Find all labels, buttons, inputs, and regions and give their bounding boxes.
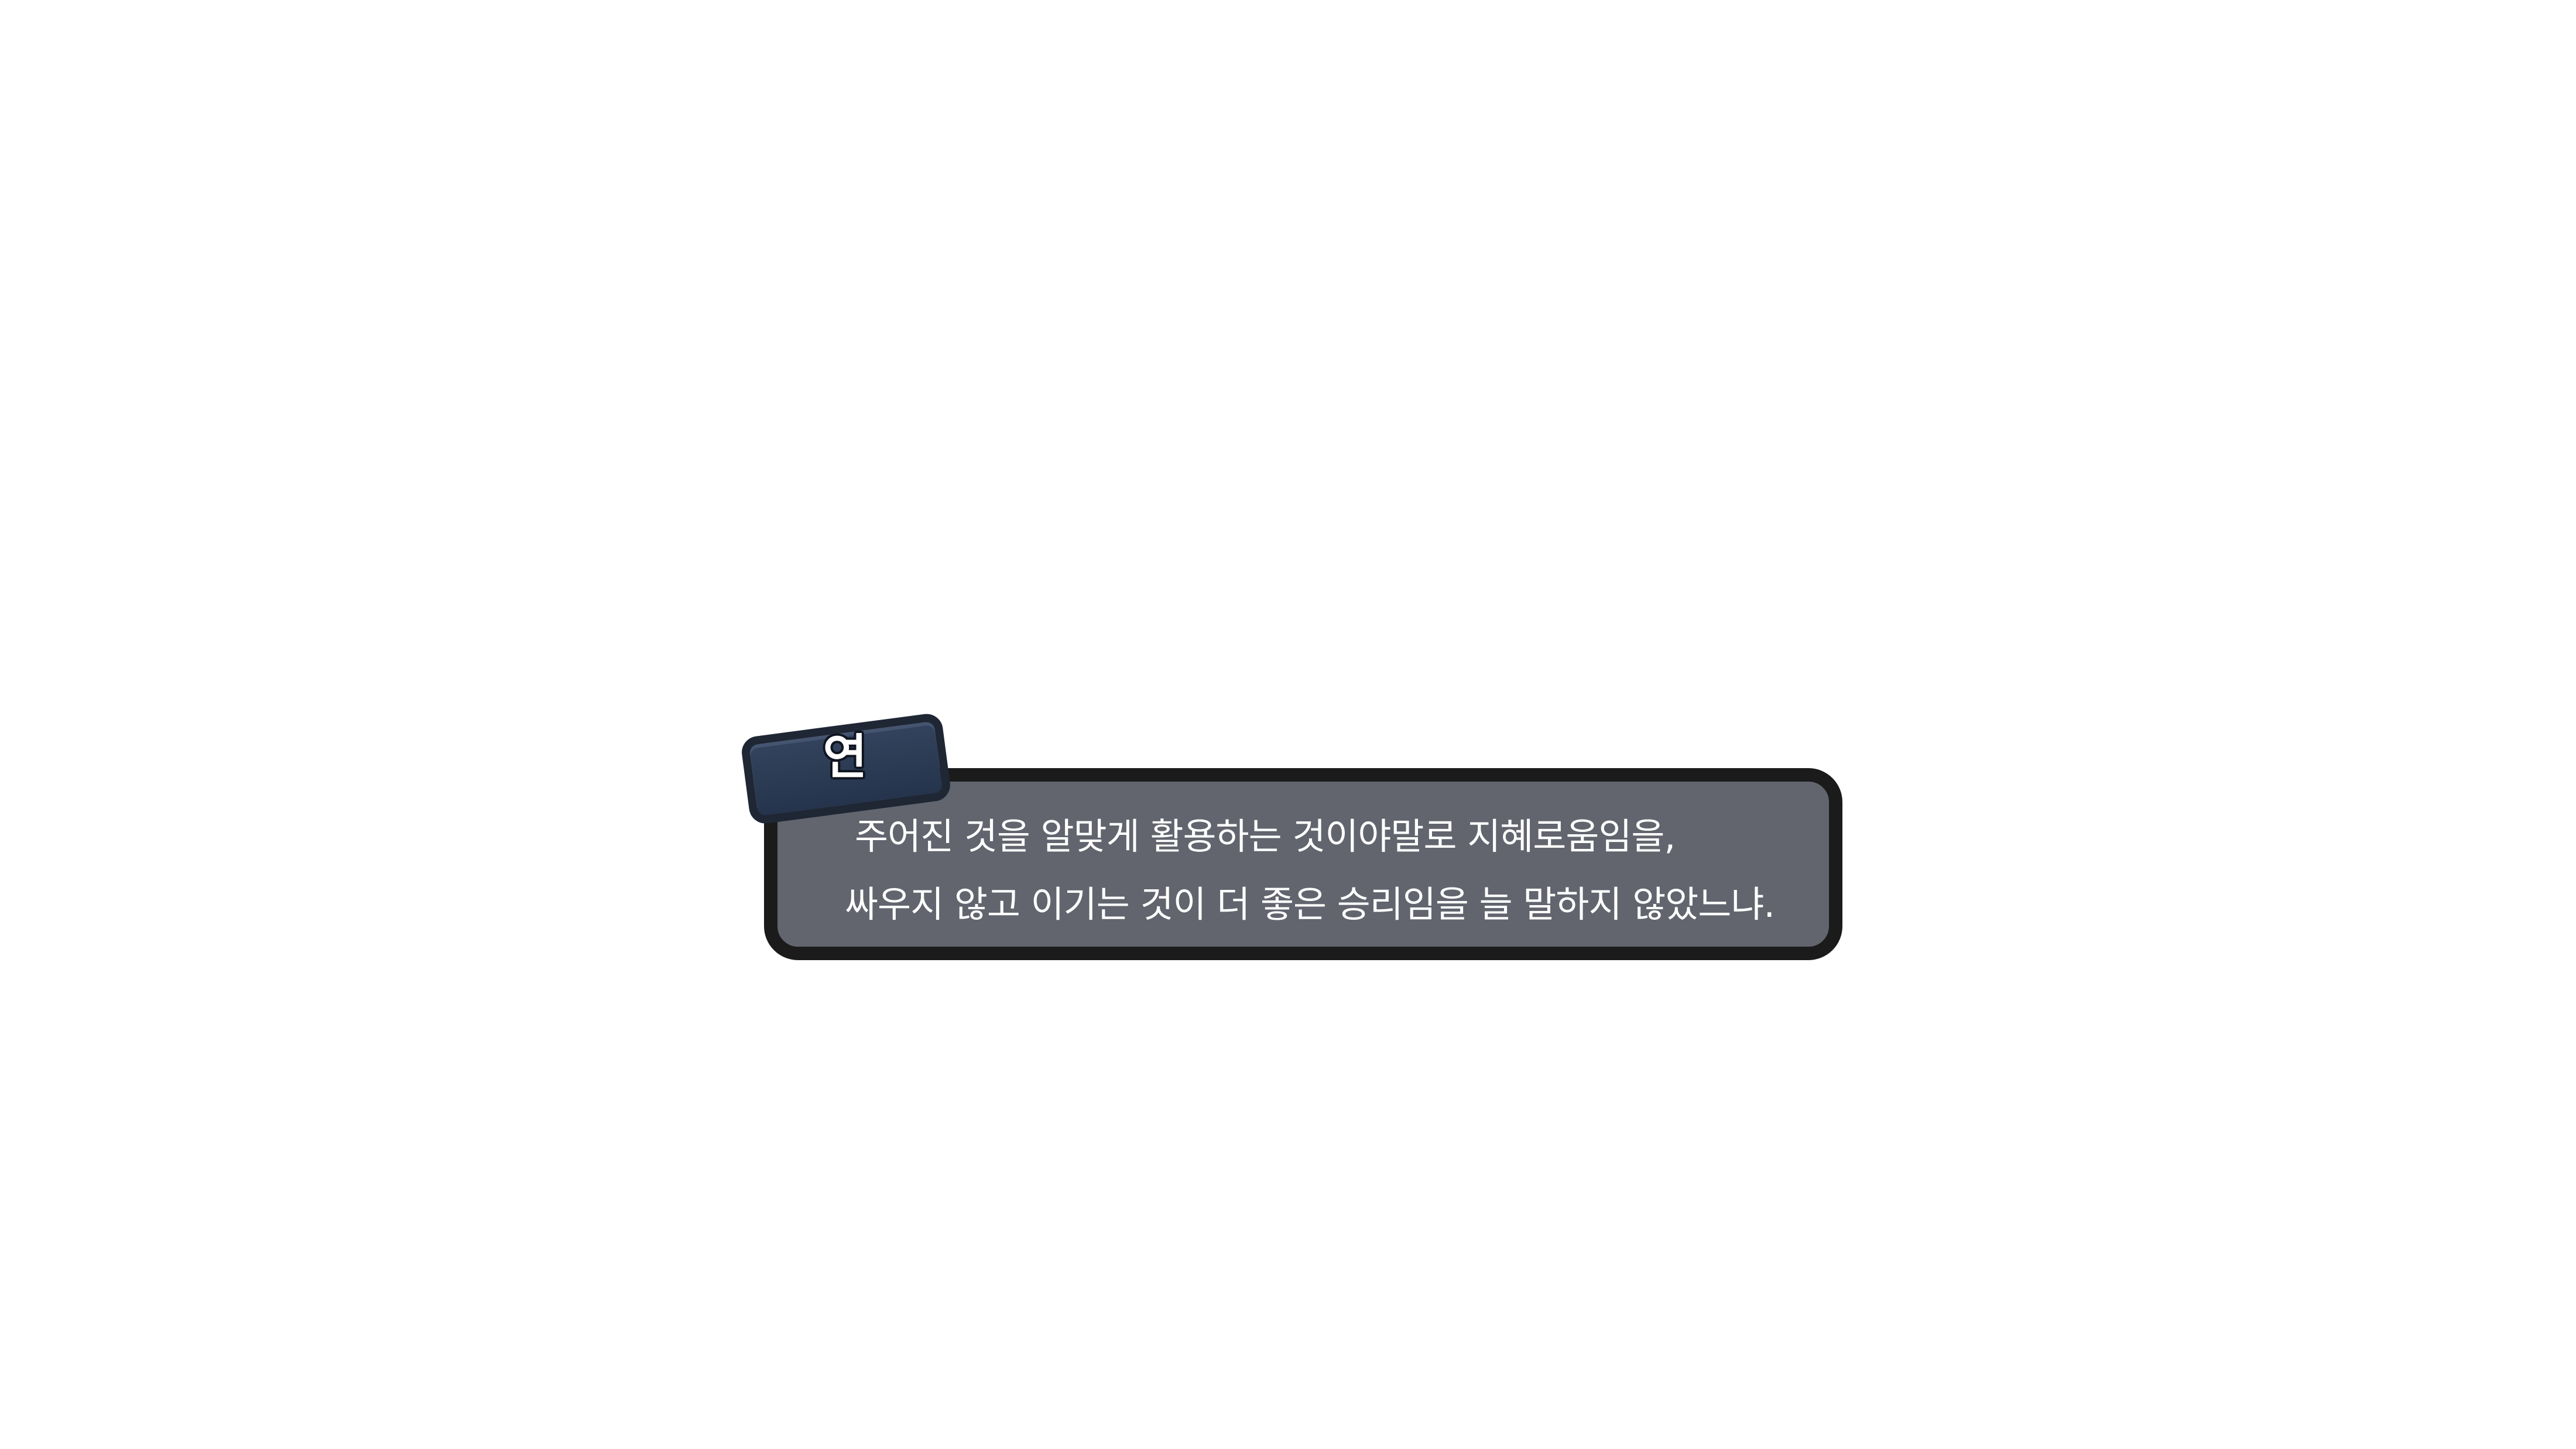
game-screen: 주어진 것을 알맞게 활용하는 것이야말로 지혜로움임을, 싸우지 않고 이기는…	[0, 0, 2576, 1449]
dialogue-line-1: 주어진 것을 알맞게 활용하는 것이야말로 지혜로움임을,	[855, 815, 1676, 858]
dialogue-line-2: 싸우지 않고 이기는 것이 더 좋은 승리임을 늘 말하지 않았느냐.	[845, 883, 1775, 926]
speaker-name: 연	[823, 729, 867, 785]
